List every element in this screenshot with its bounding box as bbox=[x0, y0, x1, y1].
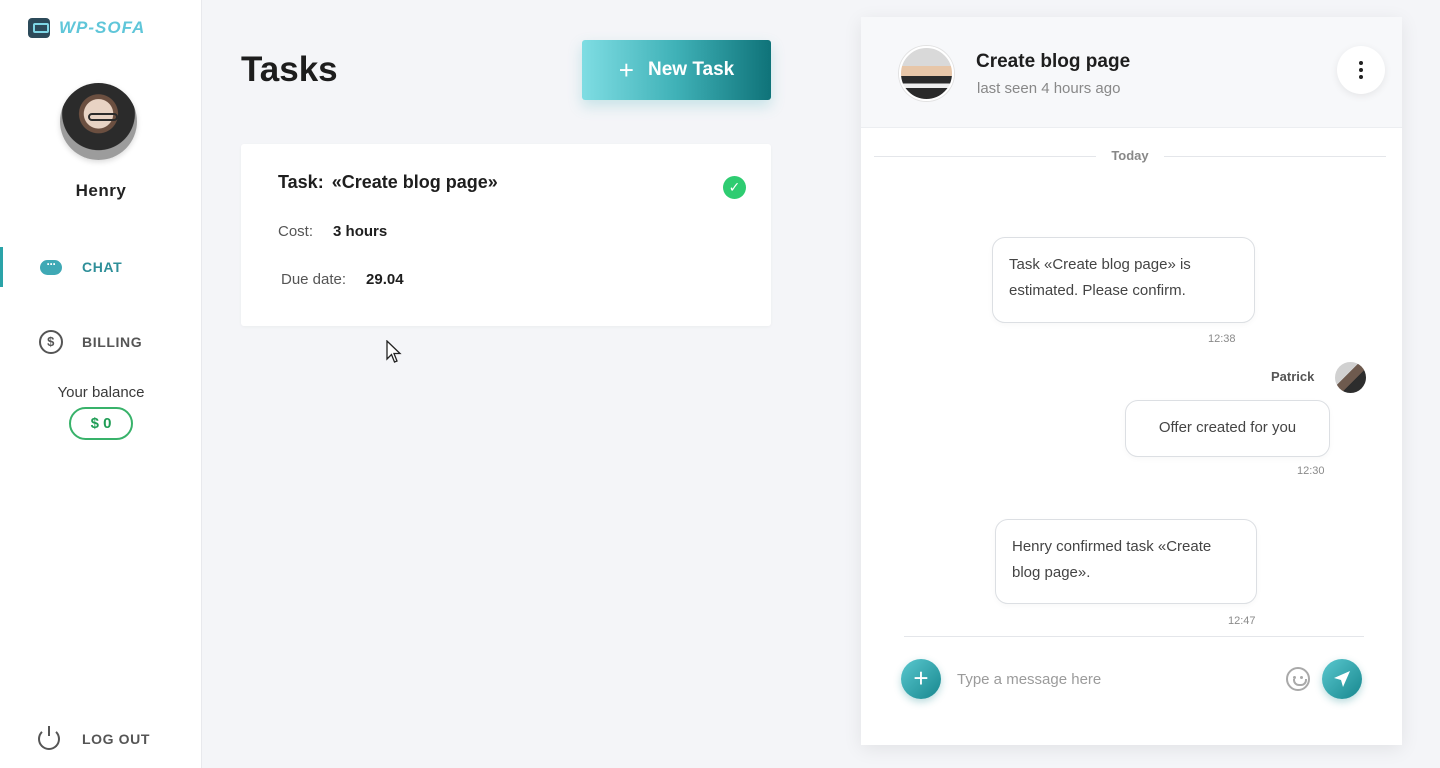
nav-item-chat[interactable]: CHAT bbox=[0, 247, 202, 287]
check-icon: ✓ bbox=[723, 176, 746, 199]
user-name: Henry bbox=[75, 181, 127, 200]
logo-text: WP-SOFA bbox=[59, 18, 146, 37]
message-bubble: Task «Create blog page» is estimated. Pl… bbox=[992, 237, 1255, 323]
task-title: Task: «Create blog page» bbox=[278, 172, 498, 193]
emoji-icon[interactable] bbox=[1286, 667, 1310, 691]
plus-icon: + bbox=[618, 55, 634, 85]
send-icon bbox=[1334, 671, 1350, 687]
cost-value: 3 hours bbox=[333, 223, 388, 240]
user-avatar[interactable] bbox=[60, 83, 137, 160]
attach-button[interactable]: + bbox=[901, 659, 941, 699]
sofa-logo-icon bbox=[28, 18, 50, 38]
due-date-label: Due date: bbox=[281, 271, 347, 288]
avatar-glasses bbox=[88, 113, 118, 121]
message-time: 12:47 bbox=[1228, 615, 1256, 627]
dollar-icon: $ bbox=[38, 329, 64, 355]
task-card[interactable]: Task: «Create blog page» ✓ Cost: 3 hours … bbox=[241, 144, 771, 326]
message-time: 12:38 bbox=[1208, 333, 1236, 345]
due-date-value: 29.04 bbox=[366, 271, 404, 288]
send-button[interactable] bbox=[1322, 659, 1362, 699]
balance-label: Your balance bbox=[57, 384, 145, 401]
more-dot bbox=[1359, 61, 1363, 65]
balance-badge: $ 0 bbox=[69, 407, 133, 440]
more-dot bbox=[1359, 75, 1363, 79]
task-title-prefix: Task: bbox=[278, 172, 324, 192]
chat-avatar[interactable] bbox=[899, 46, 954, 101]
day-divider: Today bbox=[874, 148, 1386, 166]
page-title: Tasks bbox=[241, 50, 338, 89]
logout-label: LOG OUT bbox=[82, 731, 150, 747]
sidebar: WP-SOFA Henry CHAT $ BILLING Your balanc… bbox=[0, 0, 202, 768]
power-icon bbox=[38, 726, 60, 750]
more-dot bbox=[1359, 68, 1363, 72]
composer-divider bbox=[904, 636, 1364, 637]
sender-avatar bbox=[1335, 362, 1366, 393]
task-title-name: «Create blog page» bbox=[331, 172, 498, 192]
chat-icon bbox=[38, 254, 64, 280]
message-sender: Patrick bbox=[1271, 369, 1315, 384]
new-task-label: New Task bbox=[647, 59, 735, 80]
message-time: 12:30 bbox=[1297, 465, 1325, 477]
day-label: Today bbox=[1111, 148, 1149, 163]
message-bubble: Henry confirmed task «Create blog page». bbox=[995, 519, 1257, 604]
message-input[interactable] bbox=[957, 665, 1277, 693]
more-options-button[interactable] bbox=[1337, 46, 1385, 94]
new-task-button[interactable]: + New Task bbox=[582, 40, 771, 100]
chat-panel: Create blog page last seen 4 hours ago T… bbox=[861, 17, 1402, 745]
chat-header: Create blog page last seen 4 hours ago bbox=[861, 17, 1402, 128]
logout-button[interactable]: LOG OUT bbox=[38, 726, 150, 750]
task-cost-row: Cost: 3 hours bbox=[278, 223, 387, 240]
chat-title: Create blog page bbox=[976, 51, 1131, 72]
chat-last-seen: last seen 4 hours ago bbox=[977, 80, 1121, 97]
nav-item-billing[interactable]: $ BILLING bbox=[0, 322, 202, 362]
message-bubble: Offer created for you bbox=[1125, 400, 1330, 457]
brand-logo[interactable]: WP-SOFA bbox=[28, 17, 145, 39]
plus-icon: + bbox=[913, 663, 929, 693]
task-due-row: Due date: 29.04 bbox=[281, 271, 404, 288]
cost-label: Cost: bbox=[278, 223, 314, 240]
mouse-cursor-icon bbox=[386, 340, 402, 363]
nav-chat-label: CHAT bbox=[82, 259, 123, 275]
nav-billing-label: BILLING bbox=[82, 334, 143, 350]
